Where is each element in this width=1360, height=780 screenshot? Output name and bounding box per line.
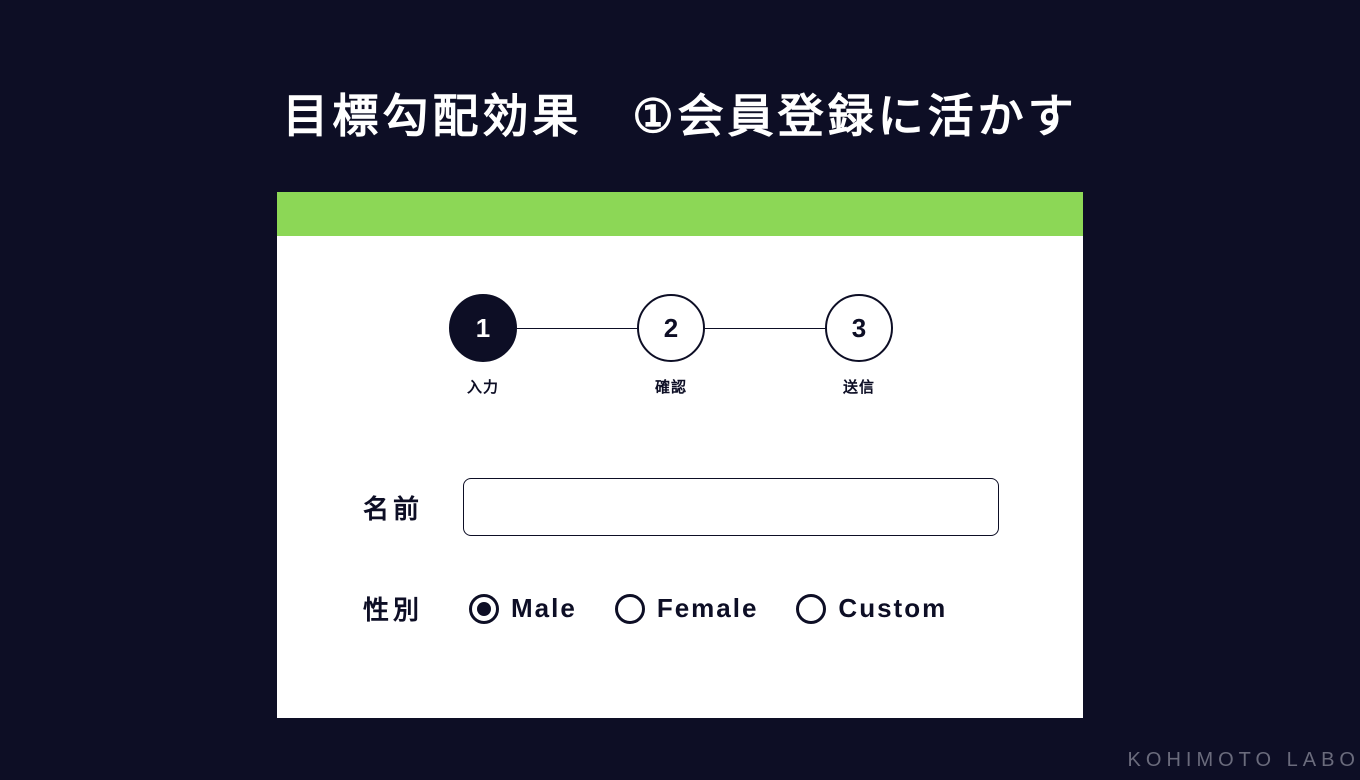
gender-option-male[interactable]: Male xyxy=(469,593,577,624)
step-label: 確認 xyxy=(637,376,705,397)
step-number-circle: 1 xyxy=(449,294,517,362)
step-connector xyxy=(517,328,639,329)
radio-icon xyxy=(796,594,826,624)
title-suffix: 会員登録に活かす xyxy=(678,90,1078,142)
radio-icon xyxy=(469,594,499,624)
step-label: 入力 xyxy=(449,376,517,397)
radio-label: Female xyxy=(657,593,759,624)
progress-stepper: 1 入力 2 確認 3 送信 xyxy=(277,294,1083,414)
title-marker: ① xyxy=(632,89,677,143)
step-number-circle: 3 xyxy=(825,294,893,362)
slide-title: 目標勾配効果 ①会員登録に活かす xyxy=(282,80,1077,146)
gender-row: 性別 Male Female Custom xyxy=(277,590,1083,627)
card-header-bar xyxy=(277,192,1083,236)
radio-dot-icon xyxy=(477,602,491,616)
step-connector xyxy=(705,328,827,329)
step-submit[interactable]: 3 送信 xyxy=(825,294,893,397)
step-number-circle: 2 xyxy=(637,294,705,362)
name-label: 名前 xyxy=(363,489,463,526)
gender-label: 性別 xyxy=(363,590,463,627)
step-confirm[interactable]: 2 確認 xyxy=(637,294,705,397)
title-prefix: 目標勾配効果 xyxy=(282,90,632,142)
step-label: 送信 xyxy=(825,376,893,397)
gender-option-custom[interactable]: Custom xyxy=(796,593,947,624)
step-number: 2 xyxy=(664,313,678,344)
gender-option-female[interactable]: Female xyxy=(615,593,759,624)
step-number: 1 xyxy=(476,313,490,344)
watermark-text: KOHIMOTO LABO xyxy=(1128,749,1360,772)
step-input[interactable]: 1 入力 xyxy=(449,294,517,397)
name-row: 名前 xyxy=(277,478,1083,536)
name-input[interactable] xyxy=(463,478,999,536)
radio-icon xyxy=(615,594,645,624)
radio-label: Custom xyxy=(838,593,947,624)
step-number: 3 xyxy=(852,313,866,344)
radio-label: Male xyxy=(511,593,577,624)
signup-card: 1 入力 2 確認 3 送信 名前 性別 Male xyxy=(277,192,1083,718)
gender-radio-group: Male Female Custom xyxy=(469,593,947,624)
